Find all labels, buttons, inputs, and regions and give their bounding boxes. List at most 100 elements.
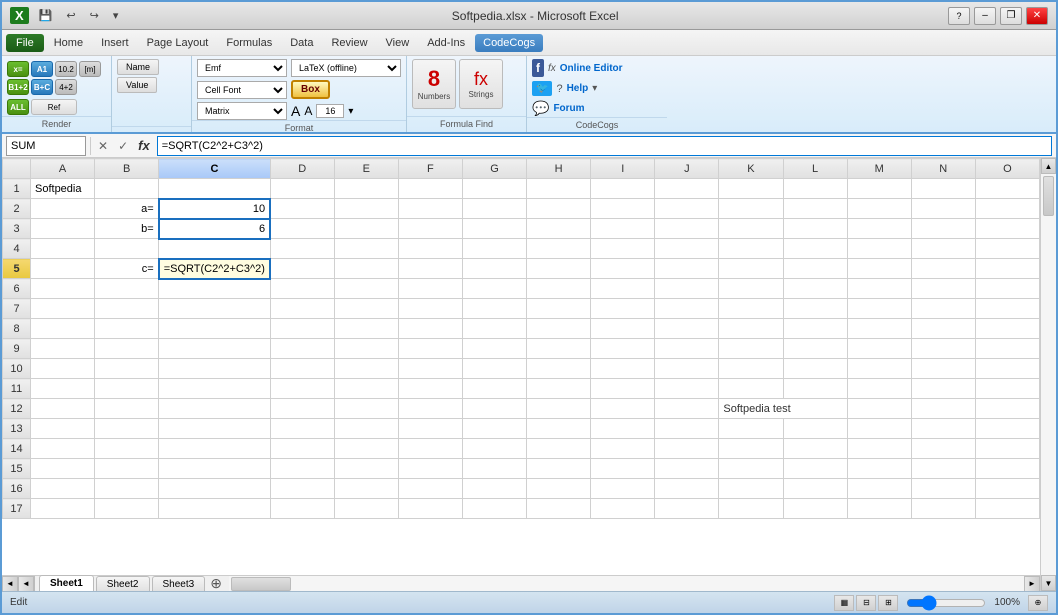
- cell-J2[interactable]: [655, 199, 719, 219]
- cell-O1[interactable]: [975, 179, 1039, 199]
- pagelayout-menu[interactable]: Page Layout: [139, 34, 217, 52]
- codecogs-menu[interactable]: CodeCogs: [475, 34, 543, 52]
- cell-E3[interactable]: [334, 219, 398, 239]
- sheet2-tab[interactable]: Sheet2: [96, 576, 150, 592]
- matrix-dropdown[interactable]: Matrix: [197, 102, 287, 120]
- cell-L4[interactable]: [783, 239, 847, 259]
- v-scroll-thumb[interactable]: [1043, 176, 1054, 216]
- home-menu[interactable]: Home: [46, 34, 91, 52]
- col-A[interactable]: A: [31, 159, 95, 179]
- cell-C1[interactable]: [159, 179, 270, 199]
- cell-C4[interactable]: [159, 239, 270, 259]
- render-all-btn[interactable]: ALL: [7, 99, 29, 115]
- latex-dropdown[interactable]: LaTeX (offline): [291, 59, 401, 77]
- cell-L3[interactable]: [783, 219, 847, 239]
- data-menu[interactable]: Data: [282, 34, 321, 52]
- v-scroll-track[interactable]: [1041, 174, 1056, 575]
- render-b1-btn[interactable]: B1+2: [7, 79, 29, 95]
- name-btn[interactable]: Name: [117, 59, 159, 75]
- cell-D5[interactable]: [270, 259, 334, 279]
- col-G[interactable]: G: [462, 159, 526, 179]
- sheet-scroll-area[interactable]: A B C D E F G H I J K L M: [2, 158, 1040, 575]
- render-42-btn[interactable]: 4+2: [55, 79, 77, 95]
- addins-menu[interactable]: Add-Ins: [419, 34, 473, 52]
- cell-E5[interactable]: [334, 259, 398, 279]
- cell-B3[interactable]: b=: [95, 219, 159, 239]
- cell-O3[interactable]: [975, 219, 1039, 239]
- new-sheet-btn[interactable]: ⊕: [207, 575, 225, 592]
- cell-K12[interactable]: Softpedia test: [719, 399, 847, 419]
- normal-view-btn[interactable]: ▦: [834, 595, 854, 611]
- zoom-fit-btn[interactable]: ⊕: [1028, 595, 1048, 611]
- close-btn[interactable]: ✕: [1026, 7, 1048, 25]
- undo-btn[interactable]: ↩: [62, 8, 79, 23]
- cell-G1[interactable]: [462, 179, 526, 199]
- cell-H4[interactable]: [527, 239, 591, 259]
- cell-K5[interactable]: [719, 259, 783, 279]
- col-D[interactable]: D: [270, 159, 334, 179]
- cell-J5[interactable]: [655, 259, 719, 279]
- online-editor-link[interactable]: Online Editor: [560, 63, 623, 74]
- value-btn[interactable]: Value: [117, 77, 157, 93]
- cell-F2[interactable]: [398, 199, 462, 219]
- col-I[interactable]: I: [591, 159, 655, 179]
- name-box[interactable]: [6, 136, 86, 156]
- h-scroll-thumb[interactable]: [231, 577, 291, 591]
- cell-K4[interactable]: [719, 239, 783, 259]
- cell-J4[interactable]: [655, 239, 719, 259]
- confirm-formula-btn[interactable]: ✓: [115, 139, 131, 153]
- cell-A3[interactable]: [31, 219, 95, 239]
- cell-K1[interactable]: [719, 179, 783, 199]
- pagebreak-view-btn[interactable]: ⊞: [878, 595, 898, 611]
- strings-btn[interactable]: fx Strings: [459, 59, 503, 109]
- render-bc-btn[interactable]: B+C: [31, 79, 53, 95]
- cell-N5[interactable]: [911, 259, 975, 279]
- cell-H2[interactable]: [527, 199, 591, 219]
- cell-B4[interactable]: [95, 239, 159, 259]
- col-J[interactable]: J: [655, 159, 719, 179]
- font-size-dropdown[interactable]: ▾: [348, 106, 353, 117]
- review-menu[interactable]: Review: [323, 34, 375, 52]
- cell-K2[interactable]: [719, 199, 783, 219]
- cell-E4[interactable]: [334, 239, 398, 259]
- quick-access-more-btn[interactable]: ▾: [109, 8, 123, 23]
- h-scroll-track[interactable]: [229, 576, 1024, 592]
- cell-B1[interactable]: [95, 179, 159, 199]
- cell-F1[interactable]: [398, 179, 462, 199]
- cell-D4[interactable]: [270, 239, 334, 259]
- col-L[interactable]: L: [783, 159, 847, 179]
- render-x-btn[interactable]: x=: [7, 61, 29, 77]
- cell-K3[interactable]: [719, 219, 783, 239]
- cell-J3[interactable]: [655, 219, 719, 239]
- cell-O5[interactable]: [975, 259, 1039, 279]
- restore-btn[interactable]: ❐: [1000, 7, 1022, 25]
- cell-O2[interactable]: [975, 199, 1039, 219]
- font-size-input[interactable]: [316, 104, 344, 118]
- cell-I3[interactable]: [591, 219, 655, 239]
- cell-H3[interactable]: [527, 219, 591, 239]
- cell-N3[interactable]: [911, 219, 975, 239]
- pagelayout-view-btn[interactable]: ⊟: [856, 595, 876, 611]
- cell-E1[interactable]: [334, 179, 398, 199]
- cell-G3[interactable]: [462, 219, 526, 239]
- cell-H5[interactable]: [527, 259, 591, 279]
- view-menu[interactable]: View: [378, 34, 418, 52]
- sheet3-tab[interactable]: Sheet3: [152, 576, 206, 592]
- cell-D3[interactable]: [270, 219, 334, 239]
- cell-I4[interactable]: [591, 239, 655, 259]
- render-m-btn[interactable]: [m]: [79, 61, 101, 77]
- cell-J1[interactable]: [655, 179, 719, 199]
- render-ref-btn[interactable]: Ref: [31, 99, 77, 115]
- cell-F4[interactable]: [398, 239, 462, 259]
- cell-C5[interactable]: =SQRT(C2^2+C3^2): [159, 259, 270, 279]
- cell-N1[interactable]: [911, 179, 975, 199]
- cell-I2[interactable]: [591, 199, 655, 219]
- cell-M1[interactable]: [847, 179, 911, 199]
- forum-link[interactable]: Forum: [553, 103, 584, 114]
- formulas-menu[interactable]: Formulas: [218, 34, 280, 52]
- cell-G5[interactable]: [462, 259, 526, 279]
- font-size-decrease[interactable]: A: [291, 103, 300, 119]
- cell-I1[interactable]: [591, 179, 655, 199]
- render-num-btn[interactable]: 10.2: [55, 61, 77, 77]
- formula-input[interactable]: [157, 136, 1052, 156]
